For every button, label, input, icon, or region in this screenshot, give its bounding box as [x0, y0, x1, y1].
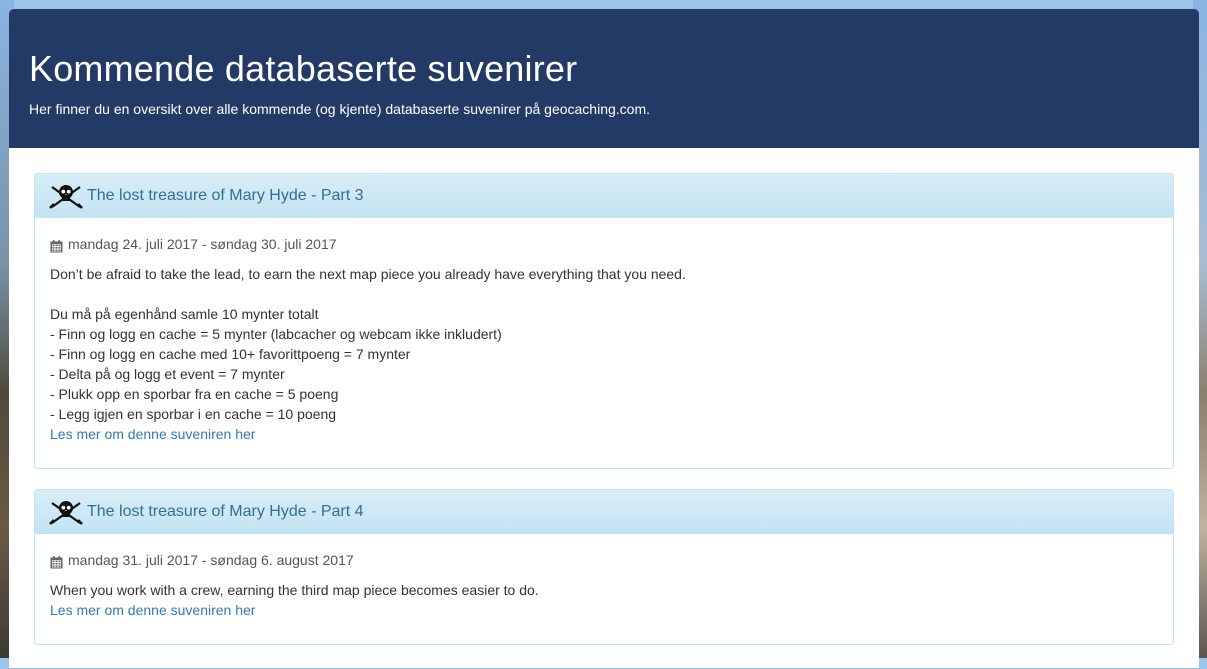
souvenir-requirement: Du må på egenhånd samle 10 mynter totalt [50, 306, 319, 322]
souvenir-requirement: - Delta på og logg et event = 7 mynter [50, 366, 285, 382]
page-container: Kommende databaserte suvenirer Her finne… [9, 9, 1199, 669]
souvenir-date-text: mandag 31. juli 2017 - søndag 6. august … [68, 552, 354, 568]
pirate-skull-icon [49, 499, 83, 525]
souvenir-date-text: mandag 24. juli 2017 - søndag 30. juli 2… [68, 236, 337, 252]
souvenir-description: Don’t be afraid to take the lead, to ear… [50, 266, 686, 282]
souvenir-list: The lost treasure of Mary Hyde - Part 3 [9, 148, 1199, 668]
calendar-icon [50, 554, 63, 568]
souvenir-panel: The lost treasure of Mary Hyde - Part 3 [34, 173, 1174, 469]
souvenir-body: mandag 24. juli 2017 - søndag 30. juli 2… [35, 218, 1173, 468]
souvenir-title: The lost treasure of Mary Hyde - Part 3 [87, 186, 364, 204]
souvenir-date: mandag 24. juli 2017 - søndag 30. juli 2… [50, 234, 1158, 254]
read-more-link[interactable]: Les mer om denne suveniren her [50, 426, 255, 442]
souvenir-requirement: - Plukk opp en sporbar fra en cache = 5 … [50, 386, 339, 402]
calendar-icon [50, 238, 63, 252]
read-more-link[interactable]: Les mer om denne suveniren her [50, 602, 255, 618]
page-title: Kommende databaserte suvenirer [29, 48, 578, 89]
souvenir-requirement: - Legg igjen en sporbar i en cache = 10 … [50, 406, 337, 422]
souvenir-date: mandag 31. juli 2017 - søndag 6. august … [50, 550, 1158, 570]
souvenir-panel-heading: The lost treasure of Mary Hyde - Part 4 [35, 490, 1173, 534]
souvenir-panel: The lost treasure of Mary Hyde - Part 4 [34, 489, 1174, 645]
souvenir-panel-heading: The lost treasure of Mary Hyde - Part 3 [35, 174, 1173, 218]
page-subtitle: Her finner du en oversikt over alle komm… [29, 101, 650, 117]
souvenir-description: When you work with a crew, earning the t… [50, 582, 539, 598]
page-header: Kommende databaserte suvenirer Her finne… [9, 9, 1199, 148]
souvenir-requirement: - Finn og logg en cache = 5 mynter (labc… [50, 326, 502, 342]
souvenir-requirement: - Finn og logg en cache med 10+ favoritt… [50, 346, 411, 362]
pirate-skull-icon [49, 183, 83, 209]
souvenir-body: mandag 31. juli 2017 - søndag 6. august … [35, 534, 1173, 644]
souvenir-title: The lost treasure of Mary Hyde - Part 4 [87, 502, 364, 520]
